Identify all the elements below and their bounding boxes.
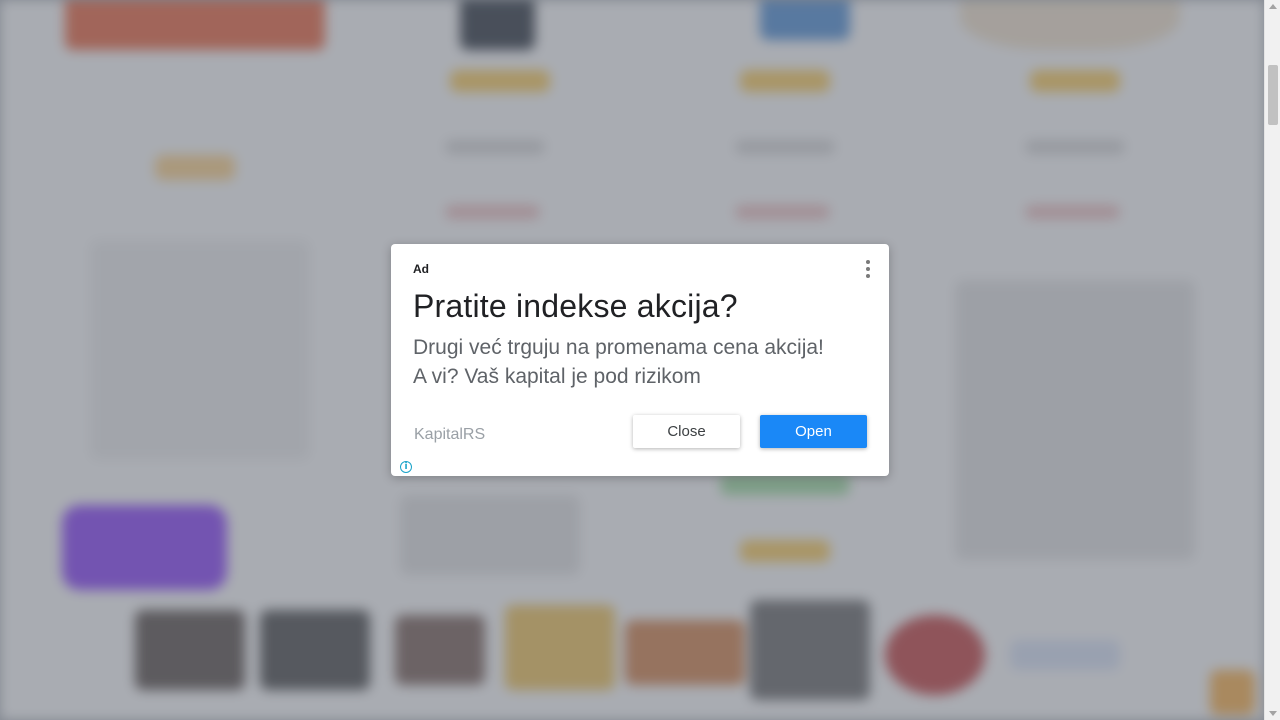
ad-title[interactable]: Pratite indekse akcija? xyxy=(413,288,873,325)
ad-dialog: Ad Pratite indekse akcija? Drugi već trg… xyxy=(391,244,889,476)
close-button[interactable]: Close xyxy=(633,415,740,448)
scroll-down-arrow-icon[interactable] xyxy=(1269,711,1277,716)
more-vertical-icon[interactable] xyxy=(863,260,873,278)
open-button[interactable]: Open xyxy=(760,415,867,448)
scroll-up-arrow-icon[interactable] xyxy=(1269,4,1277,9)
info-icon[interactable]: i xyxy=(400,461,412,473)
ad-body-text[interactable]: Drugi već trguju na promenama cena akcij… xyxy=(413,333,833,391)
ad-advertiser-name[interactable]: KapitalRS xyxy=(414,426,485,444)
page-scrollbar[interactable] xyxy=(1264,0,1280,720)
scrollbar-thumb[interactable] xyxy=(1268,65,1278,125)
menu-dot xyxy=(866,267,870,271)
menu-dot xyxy=(866,274,870,278)
menu-dot xyxy=(866,260,870,264)
ad-label: Ad xyxy=(413,262,429,276)
